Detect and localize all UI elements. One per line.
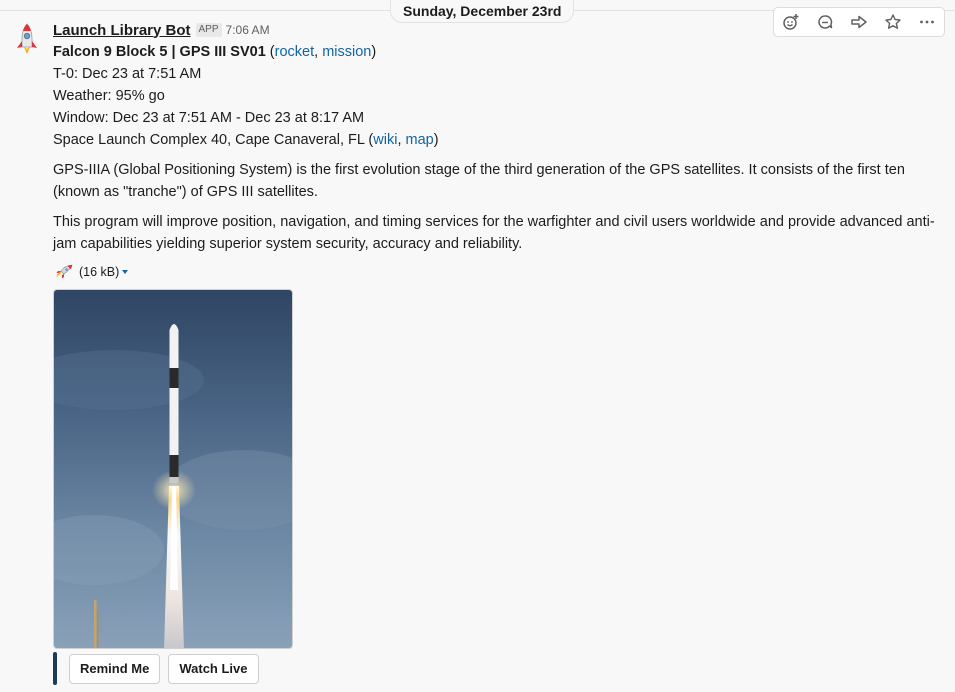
remind-me-button[interactable]: Remind Me: [69, 653, 161, 684]
map-link[interactable]: map: [406, 132, 434, 148]
t0-line: T-0: Dec 23 at 7:51 AM: [53, 66, 202, 82]
weather-line: Weather: 95% go: [53, 88, 165, 104]
launch-photo[interactable]: [53, 289, 293, 649]
message-body: Launch Library Bot APP 7:06 AM Falcon 9 …: [53, 19, 938, 281]
rocket-icon[interactable]: [9, 21, 45, 57]
mission-description: GPS-IIIA (Global Positioning System) is …: [53, 162, 905, 200]
location-line: Space Launch Complex 40, Cape Canaveral,…: [53, 132, 439, 148]
rocket-link[interactable]: rocket: [275, 44, 315, 60]
location-text: Space Launch Complex 40, Cape Canaveral,…: [53, 132, 365, 148]
attachment-accent-bar: [53, 652, 57, 685]
action-buttons: Remind Me Watch Live: [53, 652, 267, 685]
launch-title: Falcon 9 Block 5 | GPS III SV01: [53, 44, 266, 60]
watch-live-button[interactable]: Watch Live: [168, 653, 259, 684]
message-header: Launch Library Bot APP 7:06 AM: [53, 19, 938, 41]
attachment-header: (16 kB): [53, 263, 938, 281]
rocket-icon: [53, 263, 75, 281]
mission-link[interactable]: mission: [322, 44, 371, 60]
attachment-size: (16 kB): [79, 265, 120, 279]
chevron-down-icon[interactable]: [122, 270, 129, 274]
program-description: This program will improve position, navi…: [53, 214, 935, 252]
window-line: Window: Dec 23 at 7:51 AM - Dec 23 at 8:…: [53, 110, 365, 126]
launch-title-line: Falcon 9 Block 5 | GPS III SV01 (rocket,…: [53, 44, 377, 60]
message-timestamp[interactable]: 7:06 AM: [226, 23, 270, 37]
app-badge: APP: [195, 23, 222, 37]
rocket-launch-image: [54, 290, 292, 648]
wiki-link[interactable]: wiki: [373, 132, 397, 148]
message-view: Sunday, December 23rd Launch Library Bot…: [0, 0, 955, 692]
sender-name[interactable]: Launch Library Bot: [53, 22, 191, 39]
